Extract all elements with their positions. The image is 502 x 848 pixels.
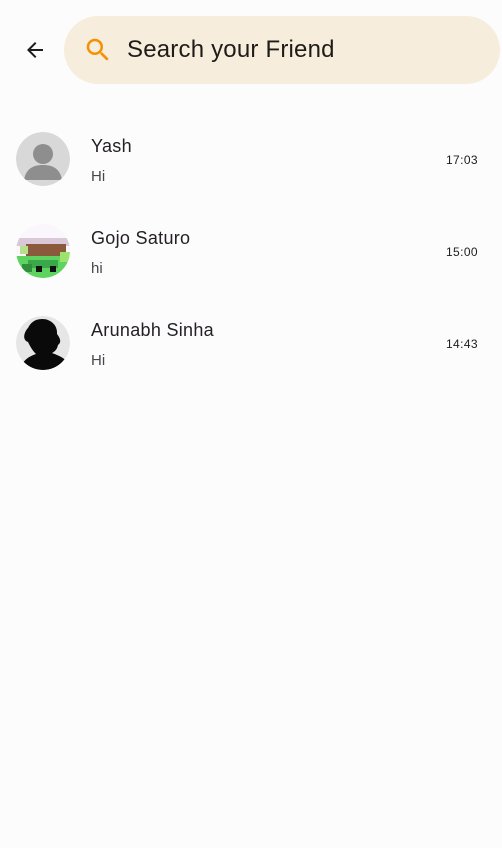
chat-last-message: Hi xyxy=(91,352,106,369)
back-button[interactable] xyxy=(18,33,52,67)
top-bar xyxy=(0,0,502,100)
chat-time: 17:03 xyxy=(445,153,478,167)
default-person-avatar xyxy=(16,132,70,186)
chat-row-gojo-saturo[interactable]: Gojo Saturo hi 15:00 xyxy=(0,205,502,297)
search-input[interactable] xyxy=(127,36,457,64)
chat-row-arunabh-sinha[interactable]: Arunabh Sinha Hi 14:43 xyxy=(0,297,502,389)
chat-list: Yash Hi 17:03 Gojo Saturo hi 15:00 Aruna… xyxy=(0,113,502,389)
silhouette-photo-avatar xyxy=(16,316,70,370)
chat-row-yash[interactable]: Yash Hi 17:03 xyxy=(0,113,502,205)
pixel-art-avatar xyxy=(16,224,70,278)
chat-time: 15:00 xyxy=(445,245,478,259)
chat-name: Gojo Saturo xyxy=(91,228,191,248)
chat-last-message: Hi xyxy=(91,168,106,185)
chat-time: 14:43 xyxy=(445,337,478,351)
search-icon[interactable] xyxy=(81,33,115,67)
chat-last-message: hi xyxy=(91,260,103,277)
arrow-left-icon xyxy=(27,42,43,58)
chat-name: Arunabh Sinha xyxy=(91,320,214,340)
search-bar[interactable] xyxy=(64,16,500,84)
chat-name: Yash xyxy=(91,136,132,156)
